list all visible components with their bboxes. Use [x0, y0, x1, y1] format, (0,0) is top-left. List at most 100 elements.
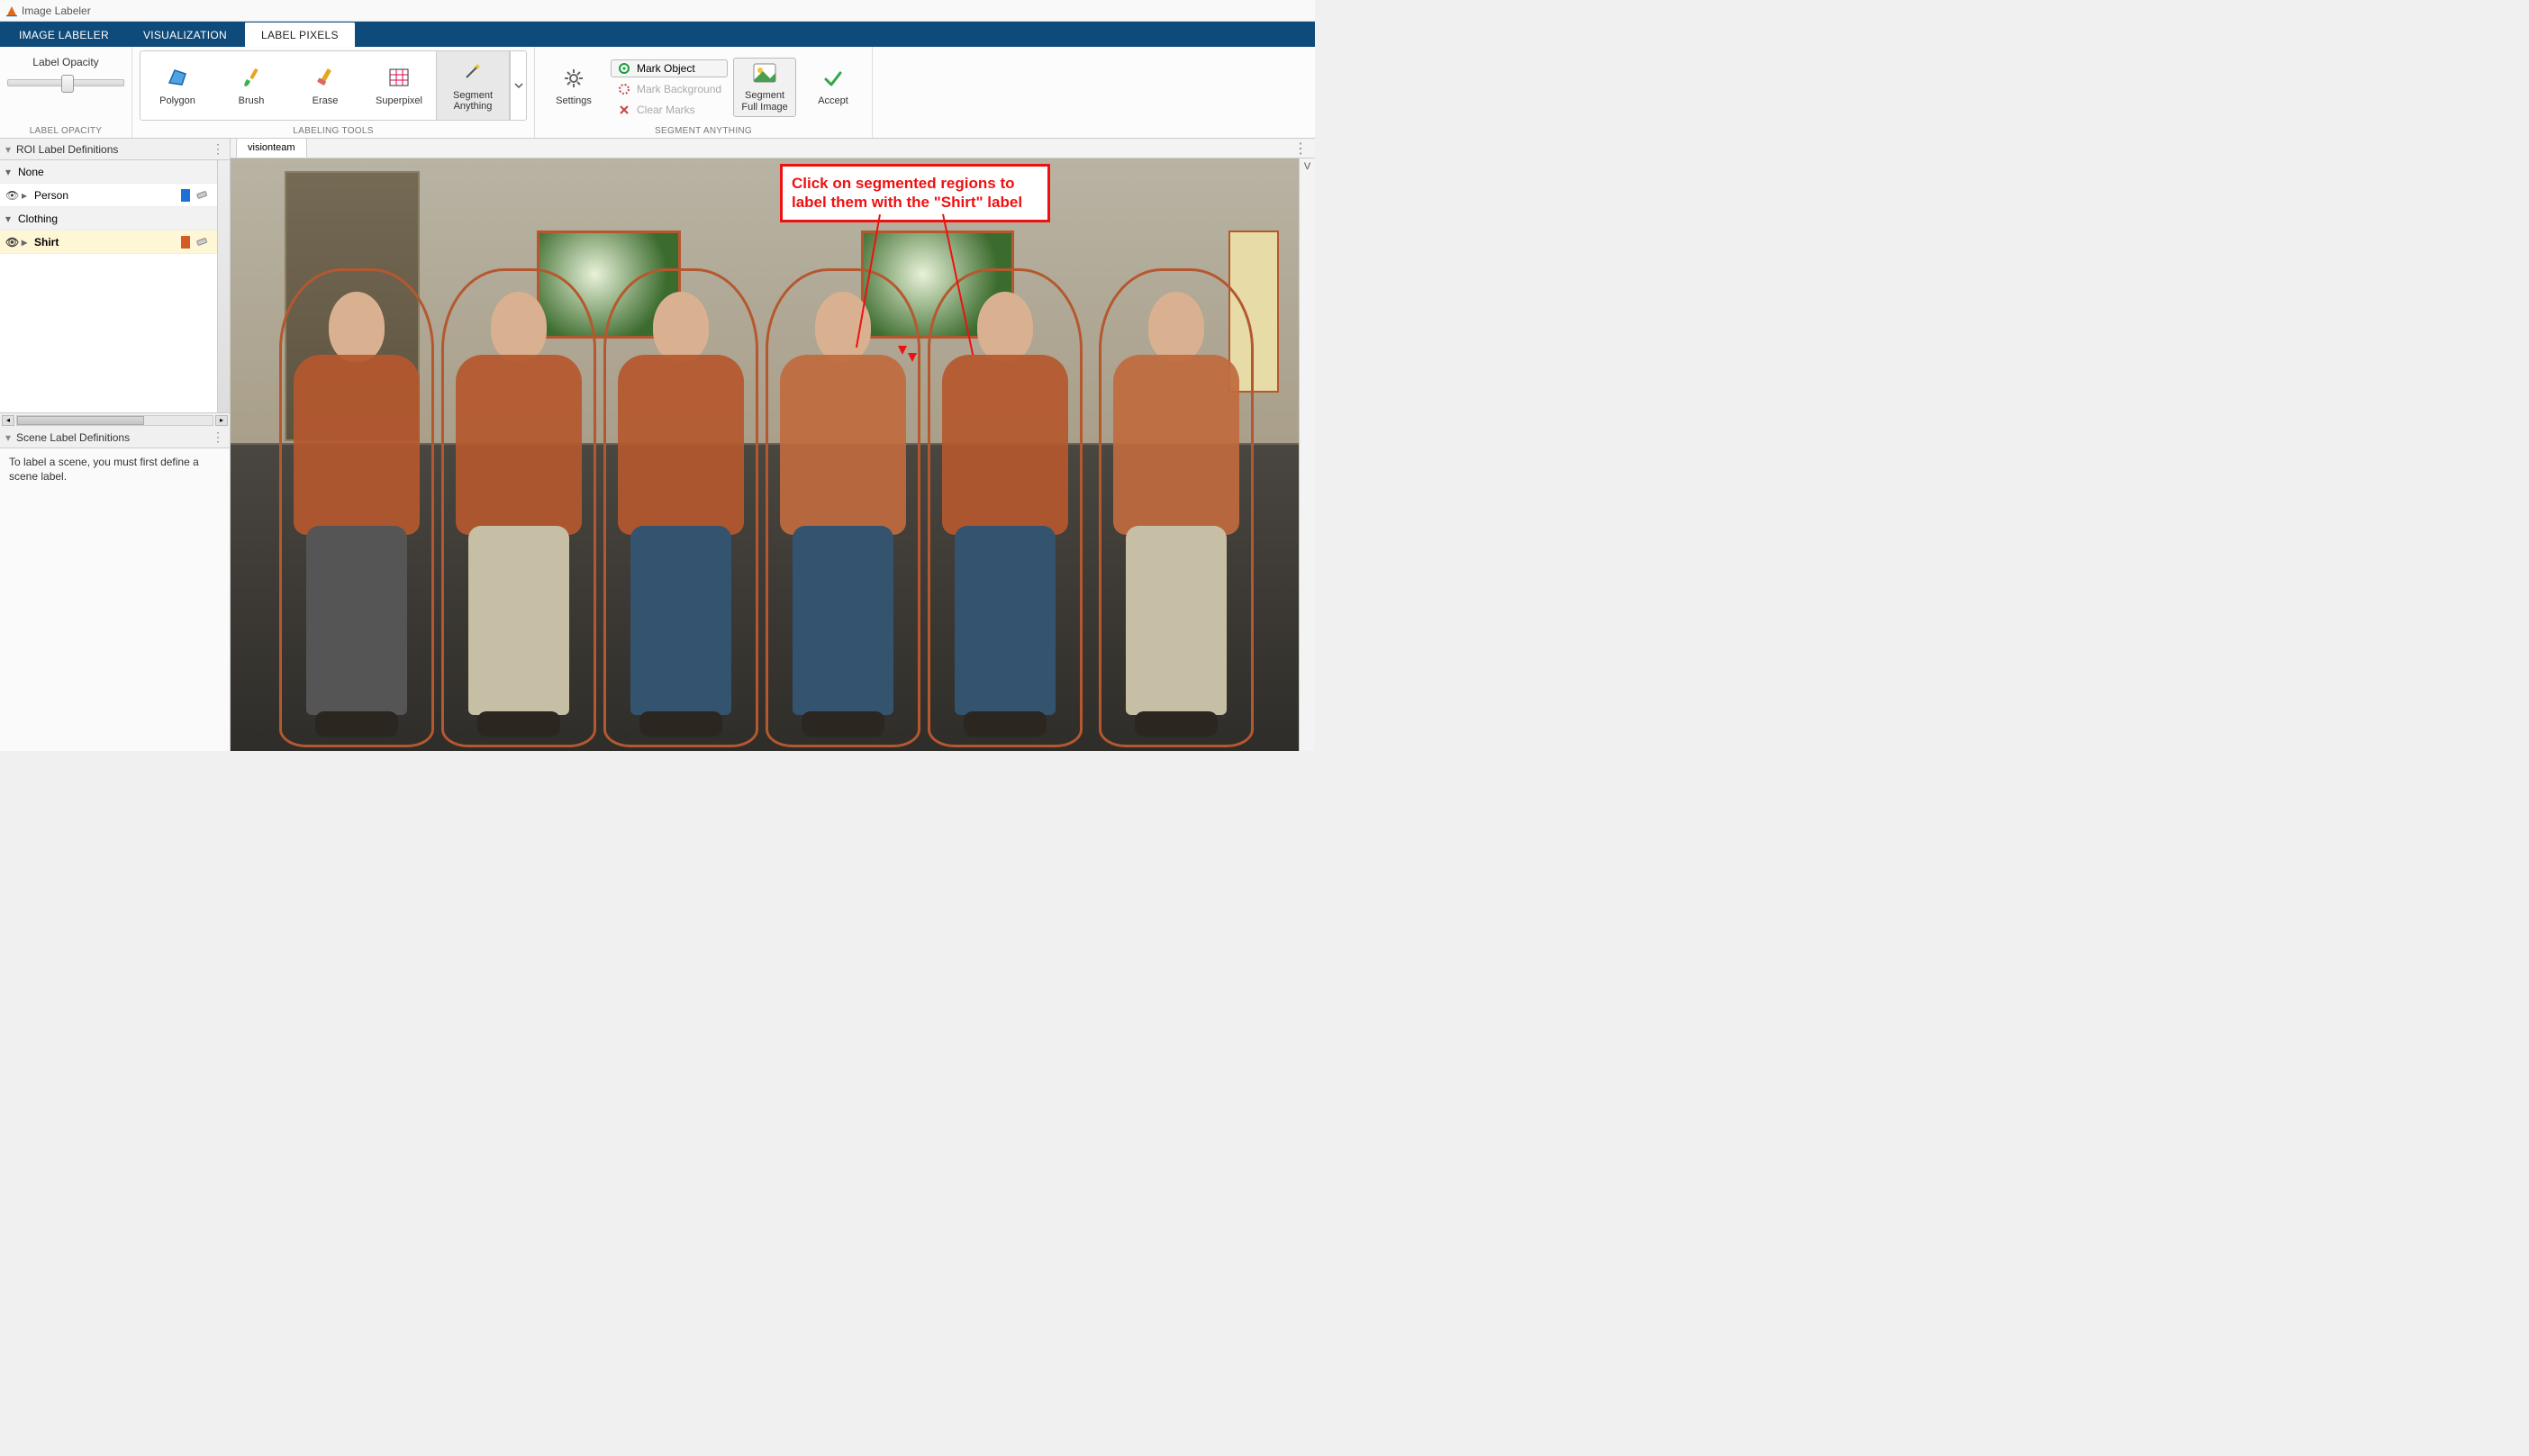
erase-icon: [313, 65, 338, 90]
scene-panel-title: Scene Label Definitions: [16, 431, 130, 444]
callout-arrowhead: [908, 353, 917, 362]
gear-icon: [563, 68, 585, 92]
mark-background-button: Mark Background: [611, 80, 728, 98]
ribbon-group-sa-label: SEGMENT ANYTHING: [542, 126, 865, 136]
scroll-left[interactable]: ◂: [2, 415, 14, 426]
tab-visualization[interactable]: VISUALIZATION: [126, 22, 244, 47]
settings-button[interactable]: Settings: [542, 64, 605, 110]
scroll-right[interactable]: ▸: [215, 415, 228, 426]
image-canvas[interactable]: Click on segmented regions to label them…: [231, 158, 1299, 751]
head: [329, 292, 385, 362]
roi-panel-title: ROI Label Definitions: [16, 143, 118, 156]
tool-brush[interactable]: Brush: [214, 51, 288, 120]
tool-brush-label: Brush: [239, 95, 265, 106]
person-4[interactable]: [771, 274, 915, 742]
callout-line1: Click on segmented regions to: [792, 174, 1038, 193]
label-person-name: Person: [34, 189, 68, 202]
wand-icon: [460, 59, 485, 85]
hscroll-thumb[interactable]: [17, 416, 144, 425]
opacity-slider[interactable]: [7, 79, 124, 86]
mark-object-label: Mark Object: [637, 62, 695, 75]
ribbon-group-segment-anything: Settings Mark Object Mark Background Cle…: [535, 47, 873, 138]
tool-superpixel[interactable]: Superpixel: [362, 51, 436, 120]
group-none[interactable]: ▾ None: [0, 160, 217, 184]
shirt-overlay[interactable]: [942, 355, 1068, 535]
shoes: [315, 711, 398, 737]
person-6[interactable]: [1104, 274, 1248, 742]
scene-panel-menu[interactable]: ⋮: [212, 430, 224, 445]
tool-segment-anything[interactable]: Segment Anything: [436, 51, 510, 120]
main-tabstrip: IMAGE LABELER VISUALIZATION LABEL PIXELS: [0, 22, 1315, 47]
check-icon: [822, 68, 844, 92]
tool-polygon-label: Polygon: [159, 95, 195, 106]
eraser-icon[interactable]: [195, 234, 212, 249]
person-5[interactable]: [933, 274, 1077, 742]
head: [1148, 292, 1204, 362]
shirt-overlay[interactable]: [456, 355, 582, 535]
doc-tabs-menu[interactable]: ⋮: [1286, 140, 1315, 158]
mark-list: Mark Object Mark Background Clear Marks: [611, 57, 728, 119]
mark-object-button[interactable]: Mark Object: [611, 59, 728, 77]
tool-erase-label: Erase: [313, 95, 339, 106]
roi-panel-header[interactable]: ▾ ROI Label Definitions ⋮: [0, 139, 230, 160]
target-add-icon: [617, 61, 631, 76]
visibility-icon[interactable]: 👁: [5, 189, 22, 202]
pants: [306, 526, 407, 715]
scene-panel-header[interactable]: ▾ Scene Label Definitions ⋮: [0, 427, 230, 448]
hscroll-track[interactable]: [16, 415, 213, 426]
head: [491, 292, 547, 362]
roi-tree: ▾ None 👁 ▸ Person ▾ Clothing: [0, 160, 217, 254]
shirt-overlay[interactable]: [618, 355, 744, 535]
tab-image-labeler[interactable]: IMAGE LABELER: [2, 22, 126, 47]
clear-marks-button: Clear Marks: [611, 101, 728, 119]
tools-dropdown[interactable]: [510, 51, 526, 120]
roi-panel-menu[interactable]: ⋮: [212, 141, 224, 157]
shirt-overlay[interactable]: [294, 355, 420, 535]
app-icon: [5, 5, 18, 17]
group-none-label: None: [18, 166, 44, 178]
mark-background-label: Mark Background: [637, 83, 721, 95]
shoes: [964, 711, 1047, 737]
person-2[interactable]: [447, 274, 591, 742]
pants: [1126, 526, 1227, 715]
clear-icon: [617, 103, 631, 117]
group-clothing[interactable]: ▾ Clothing: [0, 207, 217, 231]
group-clothing-label: Clothing: [18, 213, 58, 225]
tab-label-pixels[interactable]: LABEL PIXELS: [244, 22, 356, 47]
ribbon-group-tools-label: LABELING TOOLS: [140, 126, 527, 136]
expand-icon: ▸: [22, 189, 34, 202]
person-3[interactable]: [609, 274, 753, 742]
collapse-icon: ▾: [5, 166, 18, 178]
right-collapsed-panel[interactable]: V: [1299, 158, 1315, 751]
swatch: [181, 189, 190, 202]
opacity-slider-thumb[interactable]: [61, 75, 74, 93]
person-1[interactable]: [285, 274, 429, 742]
accept-button[interactable]: Accept: [802, 64, 865, 110]
segment-full-image-button[interactable]: Segment Full Image: [733, 58, 796, 116]
vertical-scrollbar[interactable]: [217, 160, 230, 412]
label-shirt[interactable]: 👁 ▸ Shirt: [0, 231, 217, 254]
shirt-overlay[interactable]: [780, 355, 906, 535]
superpixel-icon: [386, 65, 412, 90]
horizontal-scrollbar[interactable]: ◂ ▸: [0, 412, 230, 427]
tool-polygon[interactable]: Polygon: [140, 51, 214, 120]
document-tabstrip: visionteam ⋮: [231, 139, 1315, 158]
picture-icon: [752, 62, 777, 86]
visibility-icon[interactable]: 👁: [5, 236, 22, 249]
shoes: [477, 711, 560, 737]
tool-erase[interactable]: Erase: [288, 51, 362, 120]
pants: [955, 526, 1056, 715]
label-person[interactable]: 👁 ▸ Person: [0, 184, 217, 207]
tools-box: Polygon Brush Erase Superpixel Segment A…: [140, 50, 527, 121]
callout-arrowhead: [898, 346, 907, 355]
chevron-down-icon: [514, 81, 523, 90]
shoes: [639, 711, 722, 737]
opacity-label: Label Opacity: [7, 56, 124, 68]
polygon-icon: [165, 65, 190, 90]
shirt-overlay[interactable]: [1113, 355, 1239, 535]
doc-tab-visionteam[interactable]: visionteam: [236, 138, 307, 158]
shoes: [1135, 711, 1218, 737]
ribbon-group-tools: Polygon Brush Erase Superpixel Segment A…: [132, 47, 535, 138]
head: [653, 292, 709, 362]
eraser-icon[interactable]: [195, 187, 212, 203]
